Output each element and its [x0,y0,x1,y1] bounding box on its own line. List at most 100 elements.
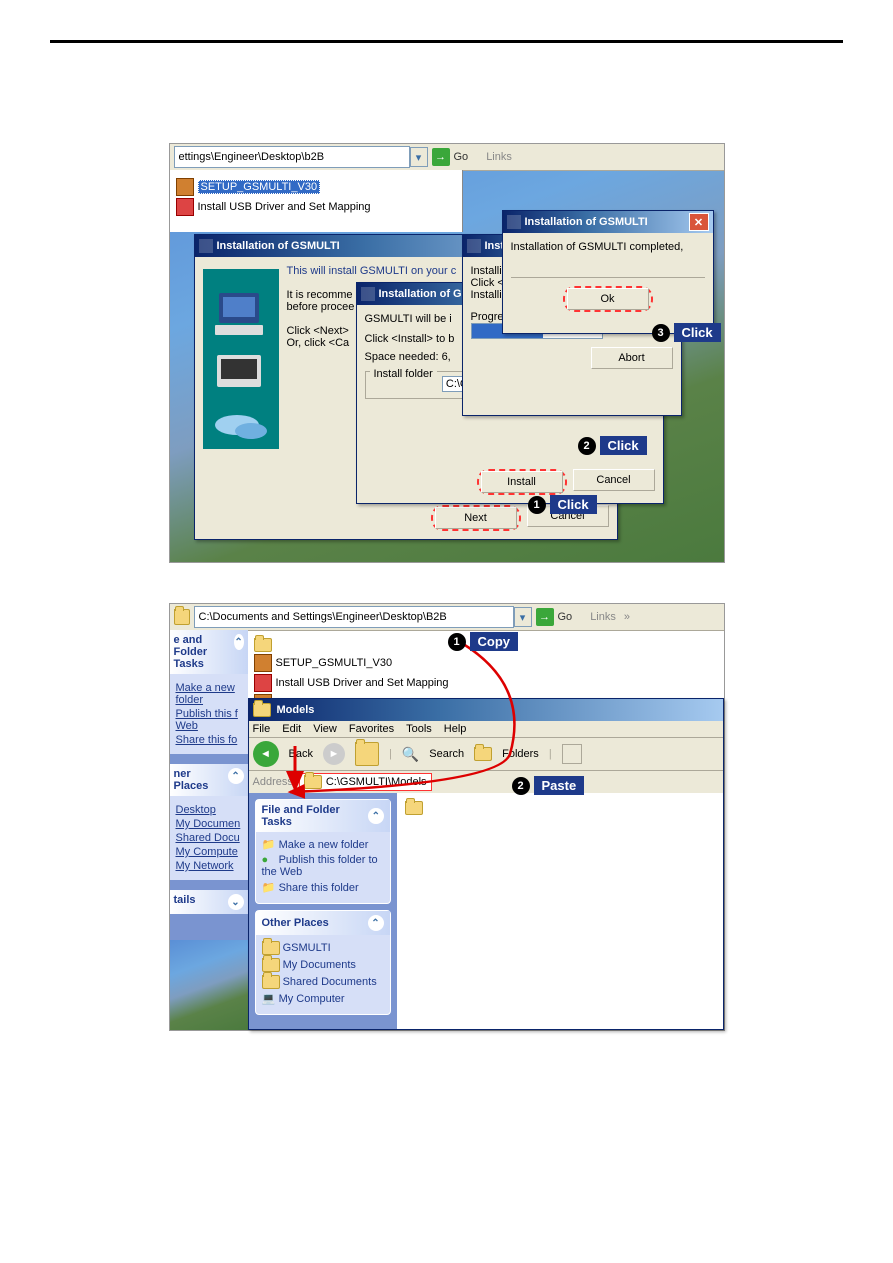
file-label: SETUP_GSMULTI_V30 [198,180,321,194]
file-usb[interactable]: Install USB Driver and Set Mapping [254,674,554,692]
task-share[interactable]: 📁 Share this folder [262,881,384,894]
file-usb[interactable]: Install USB Driver and Set Mapping [176,198,456,216]
up-folder-icon[interactable] [355,742,379,766]
place-shared[interactable]: Shared Docu [176,832,242,844]
close-button[interactable]: ✕ [689,213,709,231]
screenshot-copy-paste: ▾ → Go Links » e and Folder Tasks ⌃ Make… [169,603,725,1031]
place-shared-docs[interactable]: Shared Documents [262,975,384,989]
collapse-icon[interactable]: ⌃ [228,768,244,784]
tasks-pane-header: File and Folder Tasks⌃ [256,800,390,832]
place-docs[interactable]: My Documen [176,818,242,830]
file-label: Install USB Driver and Set Mapping [276,677,449,689]
place-network[interactable]: My Network [176,860,242,872]
callout-copy: 1 Copy [448,632,519,651]
install-button[interactable]: Install [481,471,563,493]
menu-bar: File Edit View Favorites Tools Help [249,721,723,738]
collapse-icon[interactable]: ⌃ [368,915,384,931]
callout-number: 1 [448,633,466,651]
address-input[interactable] [174,146,410,168]
search-icon: 🔍 [402,746,419,763]
abort-button[interactable]: Abort [591,347,673,369]
task-publish[interactable]: ● Publish this folder to the Web [262,854,384,878]
file-setup[interactable]: SETUP_GSMULTI_V30 [176,178,456,196]
address-text: C:\GSMULTI\Models [326,776,427,788]
callout-label: Copy [470,632,519,651]
views-button[interactable] [562,744,582,764]
forward-button[interactable]: ► [323,743,345,765]
chevron-icon: » [624,611,630,623]
task-web[interactable]: Web [176,720,242,732]
highlight-ring: Ok [563,286,653,312]
place-my-documents[interactable]: My Documents [262,958,384,972]
go-button-icon[interactable]: → [536,608,554,626]
callout-1: 1 Click [528,495,597,514]
menu-file[interactable]: File [253,723,271,735]
installer-icon [176,178,194,196]
panel-title: e and Folder Tasks [174,634,234,670]
place-my-computer[interactable]: 💻 My Computer [262,992,384,1005]
folder-icon [304,775,322,789]
panel-title: tails [174,894,196,910]
file-setup[interactable]: SETUP_GSMULTI_V30 [254,654,554,672]
titlebar: Installation of GSMULTI ✕ [503,211,713,233]
fieldset-label: Install folder [370,368,437,380]
back-label: Back [289,748,313,760]
go-label: Go [558,611,573,623]
expand-icon[interactable]: ⌄ [228,894,244,910]
other-places-header: Other Places⌃ [256,911,390,935]
file-list: SETUP_GSMULTI_V30 Install USB Driver and… [170,170,463,232]
app-icon [467,239,481,253]
install-dialog-complete: Installation of GSMULTI ✕ Installation o… [502,210,714,334]
highlight-ring: Next [431,505,521,531]
folder-icon[interactable] [405,801,423,815]
callout-label: Click [674,323,721,342]
pdf-icon [254,674,272,692]
collapse-icon[interactable]: ⌃ [368,808,383,824]
folders-button[interactable]: Folders [502,748,539,760]
task-publish[interactable]: Publish this f [176,708,242,720]
callout-label: Click [600,436,647,455]
place-computer[interactable]: My Compute [176,846,242,858]
models-content [397,793,723,1029]
other-places-pane: Other Places⌃ GSMULTI My Documents Share… [255,910,391,1015]
dialog-title: Installation of GSMULTI [217,240,340,252]
file-label: SETUP_GSMULTI_V30 [276,657,393,669]
dialog-title: Installation of G [379,288,462,300]
callout-paste: 2 Paste [512,776,585,795]
back-button[interactable]: ◄ [253,741,279,767]
address-input[interactable] [194,606,514,628]
task-share[interactable]: Share this fo [176,734,242,746]
window-title: Models [277,704,315,716]
dialog-text: Installation of GSMULTI completed, [511,241,705,253]
sidebar: e and Folder Tasks ⌃ Make a new folder P… [170,630,248,940]
search-button[interactable]: Search [429,748,464,760]
folder-icon [174,609,190,625]
menu-view[interactable]: View [313,723,337,735]
go-button-icon[interactable]: → [432,148,450,166]
tasks-header: e and Folder Tasks ⌃ [170,630,248,674]
collapse-icon[interactable]: ⌃ [234,634,244,650]
installer-icon [254,654,272,672]
explorer-toolbar: ▾ → Go Links [170,144,724,171]
toolbar: ◄ Back ► | 🔍 Search Folders | [249,738,723,771]
dropdown-arrow-icon[interactable]: ▾ [514,607,532,627]
dropdown-arrow-icon[interactable]: ▾ [410,147,428,167]
tasks-pane: File and Folder Tasks⌃ 📁 Make a new fold… [255,799,391,904]
place-gsmulti[interactable]: GSMULTI [262,941,384,955]
ok-button[interactable]: Ok [567,288,649,310]
cancel-button[interactable]: Cancel [573,469,655,491]
place-desktop[interactable]: Desktop [176,804,242,816]
folder-icon [254,638,272,652]
task-new-folder[interactable]: 📁 Make a new folder [262,838,384,851]
menu-favorites[interactable]: Favorites [349,723,394,735]
menu-help[interactable]: Help [444,723,467,735]
task-new-folder[interactable]: Make a new folder [176,682,242,706]
address-input-highlighted[interactable]: C:\GSMULTI\Models [299,773,432,791]
panel-title: ner Places [174,768,228,792]
desktop-background [170,940,248,1030]
address-bar: Address C:\GSMULTI\Models [249,771,723,794]
highlight-ring: Install [477,469,567,495]
menu-edit[interactable]: Edit [282,723,301,735]
menu-tools[interactable]: Tools [406,723,432,735]
next-button[interactable]: Next [435,507,517,529]
